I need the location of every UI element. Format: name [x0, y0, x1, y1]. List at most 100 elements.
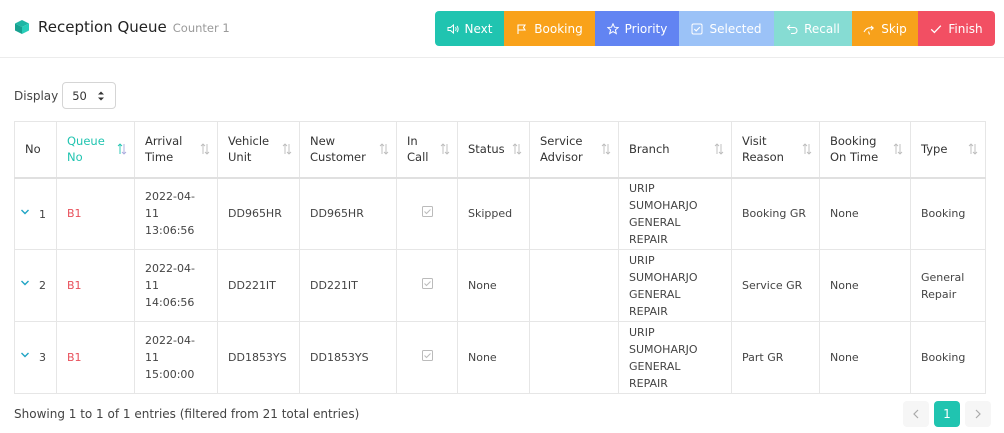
cell-no: 2: [14, 249, 57, 322]
cell-arrival-time: 2022-04-11 13:06:56: [134, 177, 218, 250]
col-header-arrival-time[interactable]: Arrival Time: [134, 121, 218, 179]
col-header-in-call-label: In Call: [407, 134, 429, 165]
col-header-booking-on-time[interactable]: Booking On Time: [819, 121, 911, 179]
col-header-new-customer-label: New Customer: [310, 134, 366, 165]
sort-icon: [968, 143, 978, 155]
sort-icon: [200, 143, 210, 155]
col-header-status[interactable]: Status: [457, 121, 530, 179]
cell-arrival-time: 2022-04-11 15:00:00: [134, 321, 218, 394]
skip-button[interactable]: Skip: [852, 11, 918, 46]
cell-type: Booking: [910, 321, 986, 394]
col-header-vehicle-unit-label: Vehicle Unit: [228, 134, 270, 165]
cell-vehicle-unit: DD1853YS: [217, 321, 300, 394]
cell-status: None: [457, 321, 530, 394]
next-label: Next: [464, 21, 493, 36]
cell-booking-on-time: None: [819, 177, 911, 250]
col-header-queue-no[interactable]: Queue No: [56, 121, 135, 179]
next-page-button[interactable]: [965, 401, 991, 427]
booking-button[interactable]: Booking: [504, 11, 595, 46]
chevron-down-icon[interactable]: [20, 351, 30, 359]
cell-queue-no: B1: [56, 321, 135, 394]
cell-service-advisor: [529, 249, 619, 322]
col-header-booking-on-time-label: Booking On Time: [830, 134, 879, 165]
branch-line: URIP: [629, 253, 655, 267]
col-header-no[interactable]: No: [14, 121, 57, 179]
sort-icon: [282, 143, 292, 155]
cell-branch: URIP SUMOHARJO GENERAL REPAIR: [618, 177, 732, 250]
checkbox-icon[interactable]: [421, 350, 433, 361]
cell-visit-reason: Booking GR: [731, 177, 820, 250]
cell-new-customer: DD1853YS: [299, 321, 397, 394]
cell-queue-no: B1: [56, 249, 135, 322]
previous-page-button[interactable]: [903, 401, 929, 427]
selected-button[interactable]: Selected: [679, 11, 774, 46]
page-button[interactable]: 1: [934, 401, 960, 427]
row-number: 2: [39, 279, 46, 292]
col-header-service-advisor[interactable]: Service Advisor: [529, 121, 619, 179]
display-count-select[interactable]: 50: [62, 82, 117, 109]
col-header-type-label: Type: [921, 142, 948, 157]
col-header-visit-reason[interactable]: Visit Reason: [731, 121, 820, 179]
arrival-date: 2022-04-11: [145, 190, 195, 221]
chevron-down-icon[interactable]: [20, 279, 30, 287]
arrival-date: 2022-04-11: [145, 334, 195, 364]
col-header-new-customer[interactable]: New Customer: [299, 121, 397, 179]
cell-status: Skipped: [457, 177, 530, 250]
cell-new-customer: DD221IT: [299, 249, 397, 322]
speaker-icon: [447, 23, 459, 34]
col-header-service-advisor-label: Service Advisor: [540, 134, 583, 165]
chevron-down-icon[interactable]: [20, 208, 30, 216]
cell-visit-reason: Service GR: [731, 249, 820, 322]
col-header-in-call[interactable]: In Call: [396, 121, 458, 179]
branch-line: SUMOHARJO: [629, 270, 698, 284]
sort-icon: [893, 143, 903, 155]
box-icon: [15, 20, 29, 34]
display-count-value: 50: [72, 88, 87, 103]
table-row[interactable]: 2 B1 2022-04-11 14:06:56 DD221IT DD221IT …: [14, 249, 986, 322]
next-button[interactable]: Next: [435, 11, 504, 46]
recall-label: Recall: [804, 21, 840, 36]
table-row[interactable]: 3 B1 2022-04-11 15:00:00 DD1853YS DD1853Y…: [14, 321, 986, 394]
skip-label: Skip: [881, 21, 907, 36]
cell-in-call: [396, 321, 458, 394]
checkbox-icon[interactable]: [421, 278, 433, 289]
display-label: Display: [14, 88, 59, 103]
priority-button[interactable]: Priority: [595, 11, 679, 46]
cell-type: General Repair: [910, 249, 986, 322]
action-toolbar: Next Booking Priority Selected Recall Sk…: [435, 11, 995, 46]
page-subtitle: Counter 1: [172, 21, 230, 35]
cell-type: Booking: [910, 177, 986, 250]
recall-button[interactable]: Recall: [774, 11, 852, 46]
cell-visit-reason: Part GR: [731, 321, 820, 394]
title-group: Reception Queue Counter 1: [14, 17, 230, 37]
display-length-control: Display 50: [14, 82, 117, 109]
cell-new-customer: DD965HR: [299, 177, 397, 250]
col-header-vehicle-unit[interactable]: Vehicle Unit: [217, 121, 300, 179]
cell-service-advisor: [529, 177, 619, 250]
branch-line: SUMOHARJO: [629, 198, 698, 212]
cell-in-call: [396, 177, 458, 250]
undo-arrow-icon: [786, 24, 798, 34]
sort-icon: [440, 143, 450, 155]
col-header-branch[interactable]: Branch: [618, 121, 732, 179]
star-icon: [606, 22, 619, 35]
col-header-status-label: Status: [468, 142, 505, 157]
cell-arrival-time: 2022-04-11 14:06:56: [134, 249, 218, 322]
skip-icon: [863, 25, 875, 35]
sort-icon: [512, 143, 522, 155]
cell-vehicle-unit: DD965HR: [217, 177, 300, 250]
table-info: Showing 1 to 1 of 1 entries (filtered fr…: [14, 407, 360, 421]
page-header: Reception Queue Counter 1 Next Booking P…: [0, 0, 1004, 58]
checkbox-icon[interactable]: [421, 206, 433, 218]
finish-button[interactable]: Finish: [918, 11, 995, 46]
selected-label: Selected: [709, 21, 762, 36]
table-header-row: No Queue No Arrival Time Vehicle Unit Ne…: [14, 121, 986, 179]
table-row[interactable]: 1 B1 2022-04-11 13:06:56 DD965HR DD965HR …: [14, 177, 986, 250]
chevron-left-icon: [913, 409, 919, 419]
col-header-type[interactable]: Type: [910, 121, 986, 179]
page-title: Reception Queue: [38, 18, 167, 36]
cell-no: 1: [14, 177, 57, 250]
col-header-queue-no-label: Queue No: [67, 134, 105, 165]
col-header-arrival-time-label: Arrival Time: [145, 134, 183, 165]
cell-no: 3: [14, 321, 57, 394]
